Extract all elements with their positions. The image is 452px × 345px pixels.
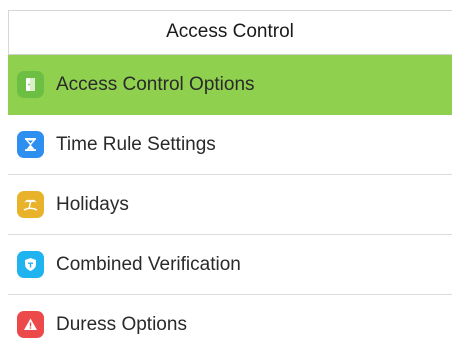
access-control-menu: Access Control Options Time Rule Setting…: [8, 55, 452, 345]
menu-item-duress-options[interactable]: Duress Options: [8, 295, 452, 345]
menu-item-label: Combined Verification: [56, 253, 241, 275]
menu-item-label: Time Rule Settings: [56, 133, 216, 155]
warning-icon: [17, 311, 44, 338]
beach-icon: [17, 191, 44, 218]
menu-item-label: Holidays: [56, 193, 129, 215]
access-control-screen: Access Control Access Control Options Ti…: [0, 0, 452, 345]
shield-icon: [17, 251, 44, 278]
menu-item-label: Access Control Options: [56, 73, 255, 95]
menu-item-label: Duress Options: [56, 313, 187, 335]
hourglass-icon: [17, 131, 44, 158]
menu-item-access-control-options[interactable]: Access Control Options: [8, 55, 452, 115]
menu-item-combined-verification[interactable]: Combined Verification: [8, 235, 452, 295]
page-title: Access Control: [8, 10, 452, 55]
menu-item-holidays[interactable]: Holidays: [8, 175, 452, 235]
menu-item-time-rule-settings[interactable]: Time Rule Settings: [8, 115, 452, 175]
door-icon: [17, 71, 44, 98]
